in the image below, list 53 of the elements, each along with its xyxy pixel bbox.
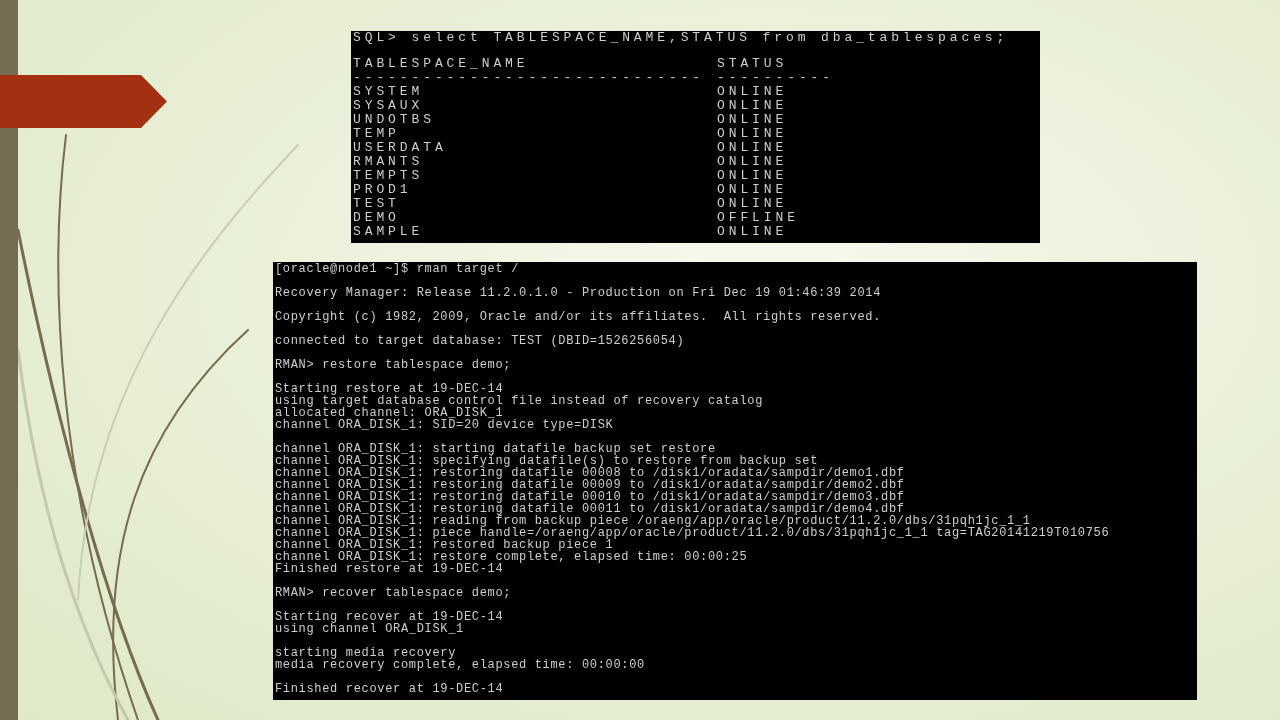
tablespace-name: SYSTEM xyxy=(353,84,424,99)
sql-command: SQL> select TABLESPACE_NAME,STATUS from dba_tablespaces; xyxy=(353,31,1009,45)
tablespace-status: ONLINE xyxy=(717,112,788,127)
terminal-line: channel ORA_DISK_1: restore complete, elapsed time: 00:00:25 xyxy=(275,551,748,563)
terminal-line: connected to target database: TEST (DBID=1526256054) xyxy=(275,335,685,347)
terminal-line: RMAN> restore tablespace demo; xyxy=(275,359,512,371)
column-underline: ---------- xyxy=(717,70,834,85)
terminal-line: channel ORA_DISK_1: piece handle=/oraeng/app/oracle/product/11.2.0/dbs/31pqh1jc_1_1 tag=TAG20141219T010756 xyxy=(275,527,1110,539)
column-underline: ------------------------------ xyxy=(353,70,705,85)
tablespace-status: ONLINE xyxy=(717,168,788,183)
terminal-line: channel ORA_DISK_1: restored backup piece 1 xyxy=(275,539,614,551)
terminal-line: using channel ORA_DISK_1 xyxy=(275,623,464,635)
terminal-line: using target database control file instead of recovery catalog xyxy=(275,395,763,407)
tablespace-status: ONLINE xyxy=(717,140,788,155)
terminal-line: channel ORA_DISK_1: SID=20 device type=DISK xyxy=(275,419,614,431)
terminal-line: Starting restore at 19-DEC-14 xyxy=(275,383,504,395)
terminal-line: starting media recovery xyxy=(275,647,457,659)
tablespace-name: UNDOTBS xyxy=(353,112,435,127)
column-heading: TABLESPACE_NAME xyxy=(353,56,529,71)
terminal-line: channel ORA_DISK_1: restoring datafile 00008 to /disk1/oradata/sampdir/demo1.dbf xyxy=(275,467,905,479)
terminal-line: media recovery complete, elapsed time: 00:00:00 xyxy=(275,659,645,671)
terminal-line: channel ORA_DISK_1: restoring datafile 00009 to /disk1/oradata/sampdir/demo2.dbf xyxy=(275,479,905,491)
tablespace-name: TEST xyxy=(353,196,400,211)
terminal-line: RMAN> recover tablespace demo; xyxy=(275,587,512,599)
tablespace-name: TEMP xyxy=(353,126,400,141)
tablespace-name: SYSAUX xyxy=(353,98,424,113)
tablespace-name: USERDATA xyxy=(353,140,447,155)
terminal-line: Starting recover at 19-DEC-14 xyxy=(275,611,504,623)
tablespace-name: DEMO xyxy=(353,210,400,225)
tablespace-status: ONLINE xyxy=(717,196,788,211)
terminal-line: Finished restore at 19-DEC-14 xyxy=(275,563,504,575)
terminal-line: channel ORA_DISK_1: restoring datafile 00011 to /disk1/oradata/sampdir/demo4.dbf xyxy=(275,503,905,515)
terminal-line: Recovery Manager: Release 11.2.0.1.0 - Production on Fri Dec 19 01:46:39 2014 xyxy=(275,287,882,299)
tablespace-name: TEMPTS xyxy=(353,168,424,183)
terminal-line: channel ORA_DISK_1: reading from backup piece /oraeng/app/oracle/product/11.2.0/dbs/31pqh1jc_1_1 xyxy=(275,515,1031,527)
tablespace-status: ONLINE xyxy=(717,98,788,113)
tablespace-status: ONLINE xyxy=(717,154,788,169)
tablespace-name: PROD1 xyxy=(353,182,412,197)
terminal-line: allocated channel: ORA_DISK_1 xyxy=(275,407,504,419)
terminal-line: channel ORA_DISK_1: specifying datafile(s) to restore from backup set xyxy=(275,455,819,467)
tablespace-status: ONLINE xyxy=(717,84,788,99)
tablespace-name: RMANTS xyxy=(353,154,424,169)
tablespace-status: ONLINE xyxy=(717,224,788,239)
tablespace-status: ONLINE xyxy=(717,182,788,197)
terminal-line: channel ORA_DISK_1: restoring datafile 00010 to /disk1/oradata/sampdir/demo3.dbf xyxy=(275,491,905,503)
terminal-line: Copyright (c) 1982, 2009, Oracle and/or its affiliates. All rights reserved. xyxy=(275,311,882,323)
tablespace-status: OFFLINE xyxy=(717,210,799,225)
column-heading: STATUS xyxy=(717,56,788,71)
tablespace-status: ONLINE xyxy=(717,126,788,141)
tablespace-name: SAMPLE xyxy=(353,224,424,239)
terminal-line: [oracle@node1 ~]$ rman target / xyxy=(275,263,519,275)
terminal-line: channel ORA_DISK_1: starting datafile backup set restore xyxy=(275,443,716,455)
terminal-line: Finished recover at 19-DEC-14 xyxy=(275,683,504,695)
